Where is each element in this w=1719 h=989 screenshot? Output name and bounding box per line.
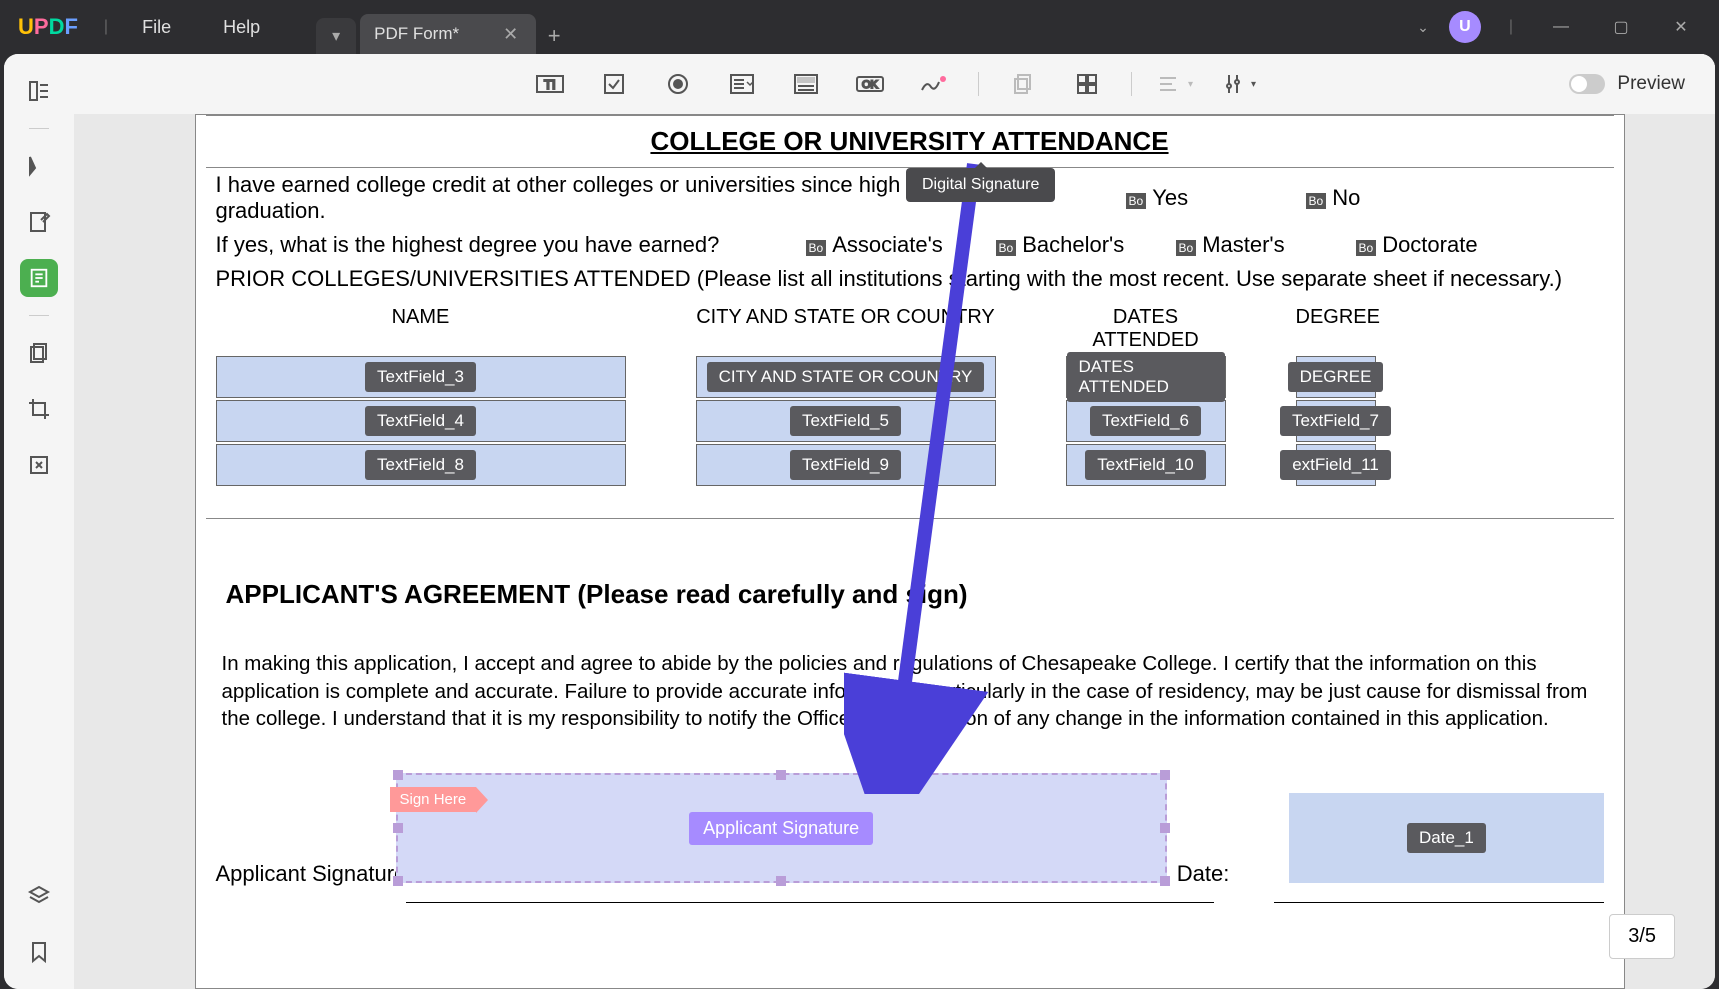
- thumbnails-icon[interactable]: [20, 72, 58, 110]
- form-field[interactable]: TextField_4: [216, 400, 626, 442]
- svg-text:OK: OK: [862, 79, 879, 91]
- form-toolbar: TI OK ▾ ▾ Preview: [74, 54, 1715, 114]
- user-avatar[interactable]: U: [1449, 11, 1481, 43]
- comment-icon[interactable]: [20, 147, 58, 185]
- preview-toggle[interactable]: [1569, 74, 1605, 94]
- checkbox-bachelors[interactable]: Bo: [996, 240, 1017, 256]
- grid-button[interactable]: [1067, 64, 1107, 104]
- title-bar: UPDF | File Help ▾ PDF Form* ✕ + ⌄ U | —…: [0, 0, 1719, 54]
- signature-field[interactable]: Sign Here Applicant Signature: [396, 773, 1167, 883]
- col-city: CITY AND STATE OR COUNTRY: [696, 306, 996, 352]
- tab-label: PDF Form*: [374, 24, 459, 44]
- tab-close-button[interactable]: ✕: [499, 24, 522, 45]
- checkbox-yes[interactable]: Bo: [1126, 193, 1147, 209]
- checkbox-doctorate[interactable]: Bo: [1356, 240, 1377, 256]
- maximize-button[interactable]: ▢: [1601, 7, 1641, 47]
- tab-dropdown[interactable]: ▾: [316, 18, 356, 54]
- form-field[interactable]: TextField_6: [1066, 400, 1226, 442]
- agreement-body: In making this application, I accept and…: [206, 650, 1614, 733]
- form-field[interactable]: DEGREE: [1296, 356, 1376, 398]
- menu-file[interactable]: File: [116, 17, 197, 38]
- text-field-button[interactable]: TI: [530, 64, 570, 104]
- checkbox-masters[interactable]: Bo: [1176, 240, 1197, 256]
- form-field[interactable]: CITY AND STATE OR COUNTRY: [696, 356, 996, 398]
- col-name: NAME: [216, 306, 626, 352]
- form-field[interactable]: TextField_8: [216, 444, 626, 486]
- listbox-button[interactable]: [786, 64, 826, 104]
- form-field[interactable]: extField_11: [1296, 444, 1376, 486]
- form-field[interactable]: TextField_5: [696, 400, 996, 442]
- form-field[interactable]: DATES ATTENDED: [1066, 356, 1226, 398]
- pages-icon[interactable]: [20, 334, 58, 372]
- date-label: Date:: [1177, 861, 1230, 887]
- preview-label: Preview: [1617, 73, 1685, 95]
- left-sidebar: [4, 54, 74, 989]
- copy-button[interactable]: [1003, 64, 1043, 104]
- form-field[interactable]: TextField_10: [1066, 444, 1226, 486]
- pdf-page: COLLEGE OR UNIVERSITY ATTENDANCE I have …: [195, 114, 1625, 989]
- checkbox-button[interactable]: [594, 64, 634, 104]
- crop-icon[interactable]: [20, 390, 58, 428]
- sign-here-tag: Sign Here: [390, 787, 477, 812]
- checkbox-no[interactable]: Bo: [1306, 193, 1327, 209]
- signature-field-label: Applicant Signature: [689, 812, 873, 845]
- layers-icon[interactable]: [20, 877, 58, 915]
- prior-colleges-text: PRIOR COLLEGES/UNIVERSITIES ATTENDED (Pl…: [206, 262, 1614, 296]
- align-button[interactable]: ▾: [1156, 64, 1196, 104]
- radio-button[interactable]: [658, 64, 698, 104]
- form-field[interactable]: TextField_7: [1296, 400, 1376, 442]
- col-dates: DATES ATTENDED: [1066, 306, 1226, 352]
- tab-add-button[interactable]: +: [536, 18, 572, 54]
- agreement-title: APPLICANT'S AGREEMENT (Please read caref…: [206, 549, 1614, 650]
- applicant-signature-label: Applicant Signature: [216, 861, 407, 887]
- date-field[interactable]: Date_1: [1289, 793, 1603, 883]
- tab-pdf-form[interactable]: PDF Form* ✕: [360, 14, 536, 54]
- signature-button[interactable]: [914, 64, 954, 104]
- section-title: COLLEGE OR UNIVERSITY ATTENDANCE: [206, 116, 1614, 167]
- dropdown-button[interactable]: [722, 64, 762, 104]
- degree-question: If yes, what is the highest degree you h…: [216, 232, 766, 258]
- bookmark-icon[interactable]: [20, 933, 58, 971]
- minimize-button[interactable]: —: [1541, 7, 1581, 47]
- dropdown-icon[interactable]: ⌄: [1417, 19, 1429, 36]
- button-field-button[interactable]: OK: [850, 64, 890, 104]
- close-button[interactable]: ✕: [1661, 7, 1701, 47]
- page-indicator[interactable]: 3/5: [1609, 914, 1675, 959]
- form-icon[interactable]: [20, 259, 58, 297]
- form-field[interactable]: TextField_9: [696, 444, 996, 486]
- tools-button[interactable]: ▾: [1220, 64, 1260, 104]
- svg-text:TI: TI: [544, 77, 556, 92]
- col-degree: DEGREE: [1296, 306, 1376, 352]
- form-field[interactable]: TextField_3: [216, 356, 626, 398]
- checkbox-associates[interactable]: Bo: [806, 240, 827, 256]
- menu-help[interactable]: Help: [197, 17, 286, 38]
- tooltip-digital-signature: Digital Signature: [906, 168, 1055, 202]
- ocr-icon[interactable]: [20, 446, 58, 484]
- app-logo: UPDF: [0, 14, 96, 40]
- edit-icon[interactable]: [20, 203, 58, 241]
